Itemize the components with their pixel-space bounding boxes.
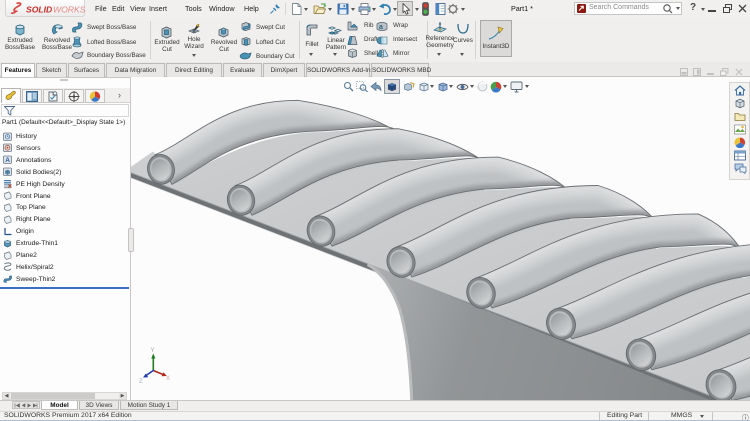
svg-text:A: A: [5, 157, 10, 164]
svg-text:SOLID: SOLID: [26, 5, 52, 15]
svg-text:Y: Y: [151, 348, 155, 354]
svg-text:X: X: [166, 376, 170, 382]
svg-text:WORKS: WORKS: [53, 5, 85, 15]
svg-text:Z: Z: [139, 379, 143, 385]
svg-text:a: a: [379, 24, 383, 31]
